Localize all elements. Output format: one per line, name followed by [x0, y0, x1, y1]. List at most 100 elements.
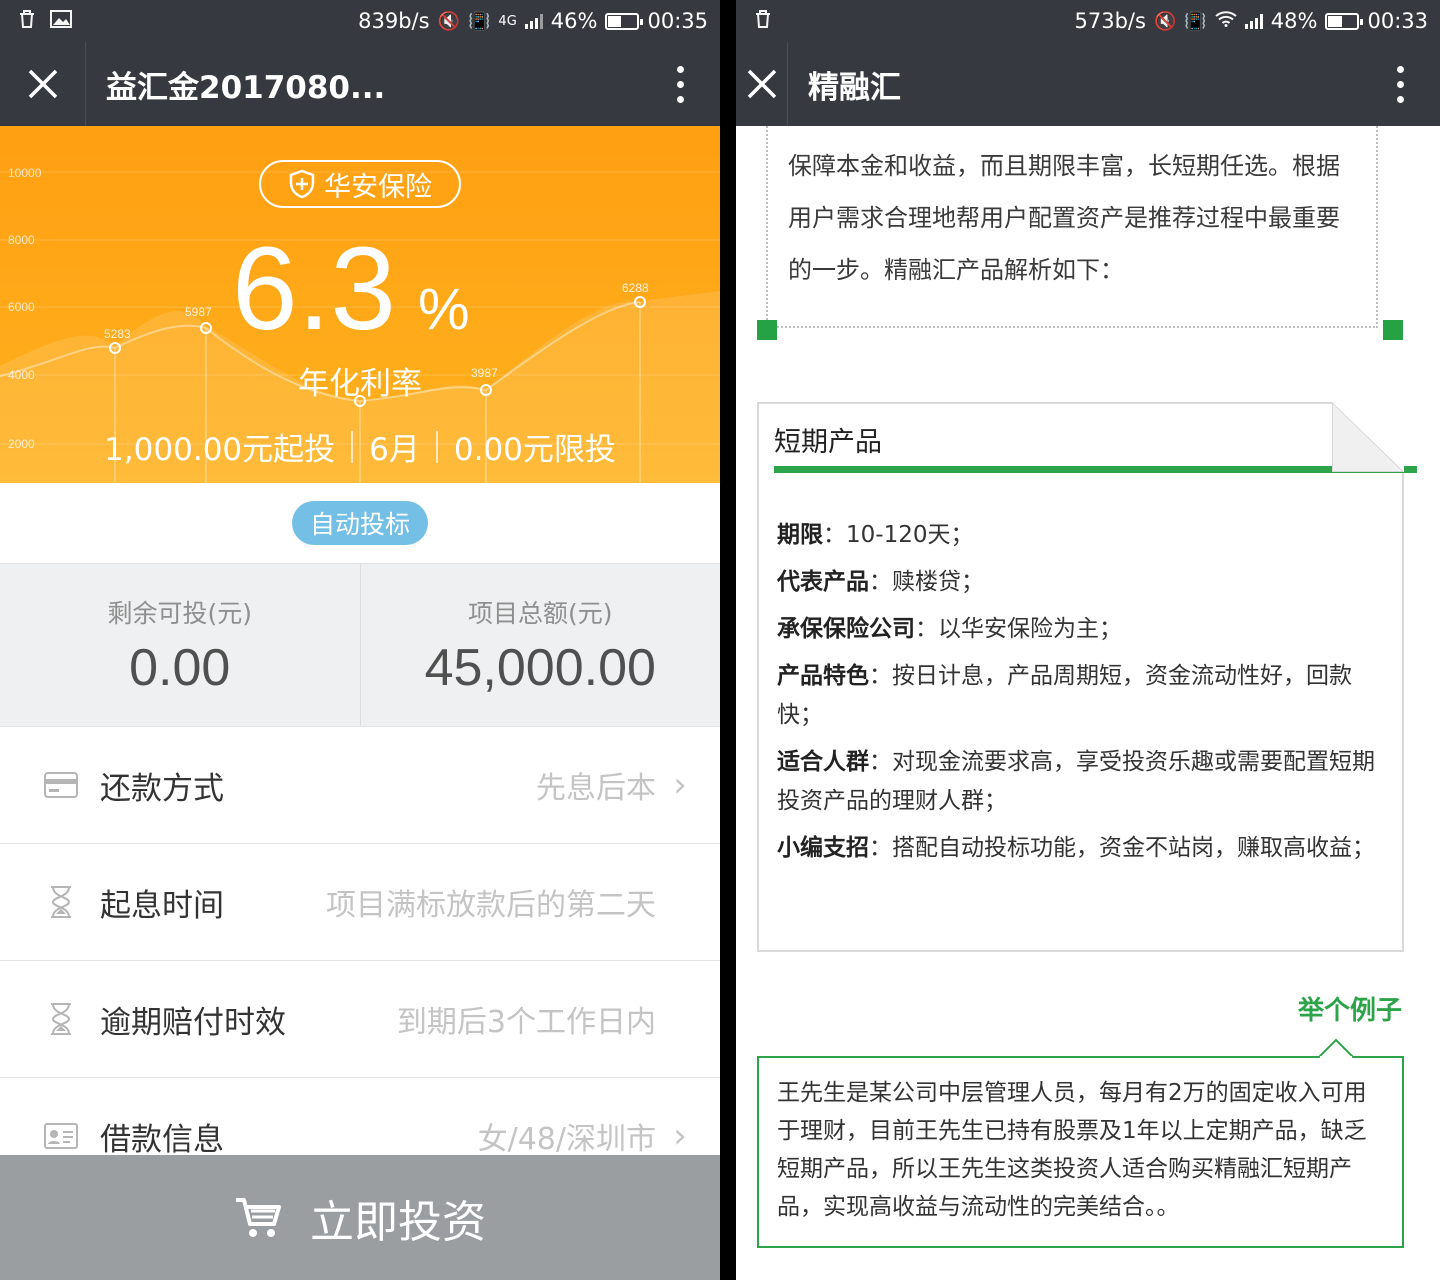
net-speed: 839b/s	[358, 9, 430, 33]
insurer-badge: 华安保险	[259, 160, 461, 208]
rate-value: 6.3%	[232, 230, 470, 348]
more-icon	[1396, 65, 1404, 103]
rate-unit: %	[418, 277, 470, 342]
row-overdue-compensation: 逾期赔付时效 到期后3个工作日内 ›	[0, 961, 720, 1078]
attr-key: 产品特色	[777, 663, 869, 689]
callout-pointer	[1318, 1038, 1354, 1058]
total-value: 45,000.00	[424, 639, 656, 697]
attribute-features: 产品特色：按日计息，产品周期短，资金流动性好，回款快；	[777, 663, 1352, 728]
min-invest: 1,000.00元起投	[104, 432, 336, 468]
vibrate-off-icon: 📳	[468, 10, 491, 32]
row-label: 还款方式	[100, 770, 224, 807]
more-menu-button[interactable]	[640, 65, 720, 103]
invest-now-label: 立即投资	[310, 1196, 486, 1248]
battery-icon	[1325, 12, 1364, 30]
intro-line: 的一步。精融汇产品解析如下：	[788, 256, 1124, 284]
row-value: 女/48/深圳市	[477, 1122, 656, 1157]
example-box: 王先生是某公司中层管理人员，每月有2万的固定收入可用于理财，目前王先生已持有股票…	[757, 1038, 1404, 1248]
row-label: 逾期赔付时效	[100, 1004, 286, 1041]
divider	[435, 430, 438, 463]
attribute-term: 期限：10-120天；	[777, 522, 974, 548]
right-screen: 573b/s 🔇 📳 48% 00:33 精融汇 保障本金和收益，而且期限丰富，…	[736, 0, 1440, 1280]
row-label: 起息时间	[100, 887, 224, 924]
total-amount: 项目总额(元) 45,000.00	[361, 564, 721, 726]
title-bar: 精融汇	[736, 42, 1440, 126]
article-body: 保障本金和收益，而且期限丰富，长短期任选。根据 用户需求合理地帮用户配置资产是推…	[736, 126, 1440, 1280]
battery-percent: 48%	[1270, 9, 1318, 33]
detail-list: 还款方式 先息后本 › 起息时间 项目满标放款后的第二天 › 逾期赔付时效 到期…	[0, 727, 720, 1195]
y-tick: 8000	[8, 233, 35, 247]
close-button[interactable]	[736, 42, 788, 126]
id-card-icon	[44, 1119, 78, 1153]
net-speed: 573b/s	[1074, 9, 1146, 33]
signal-icon	[524, 13, 543, 29]
heading-underline	[774, 466, 1417, 473]
insurer-name: 华安保险	[324, 171, 432, 203]
attr-key: 期限	[777, 522, 823, 548]
more-menu-button[interactable]	[1360, 65, 1440, 103]
battery-icon	[605, 12, 644, 30]
trash-icon	[754, 9, 772, 34]
y-tick: 10000	[8, 166, 42, 180]
attr-value: 以华安保险为主；	[938, 616, 1122, 642]
auto-bid-badge[interactable]: 自动投标	[291, 501, 428, 545]
example-text: 王先生是某公司中层管理人员，每月有2万的固定收入可用于理财，目前王先生已持有股票…	[777, 1080, 1367, 1220]
remaining-label: 剩余可投(元)	[107, 599, 252, 628]
trash-icon	[18, 9, 36, 34]
card-heading: 短期产品	[774, 427, 882, 458]
status-bar: 839b/s 🔇 📳 4G 46% 00:35	[0, 0, 720, 42]
attr-value: 赎楼贷；	[892, 569, 984, 595]
short-term-product-card: 短期产品 期限：10-120天； 代表产品：赎楼贷； 承保保险公司：以华安保险为…	[757, 402, 1417, 952]
row-repayment-method[interactable]: 还款方式 先息后本 ›	[0, 727, 720, 844]
close-icon	[28, 69, 57, 99]
page-title: 益汇金2017080...	[106, 69, 386, 106]
term: 6月	[369, 432, 420, 468]
attr-key: 代表产品	[777, 569, 869, 595]
attr-value: 10-120天；	[846, 522, 974, 548]
y-tick: 6000	[8, 300, 35, 314]
image-icon	[50, 9, 72, 33]
hero-info: 1,000.00元起投 6月 0.00元限投	[0, 424, 720, 469]
rate-number: 6.3	[232, 223, 397, 355]
cart-icon	[236, 1197, 281, 1237]
divider	[351, 430, 354, 463]
card-icon	[44, 768, 78, 802]
point-label: 5283	[104, 327, 131, 341]
attr-key: 小编支招	[777, 835, 869, 861]
wifi-icon	[1215, 10, 1237, 32]
mute-icon: 🔇	[437, 10, 460, 32]
vibrate-off-icon: 📳	[1184, 10, 1207, 32]
point-label: 5987	[185, 305, 212, 319]
rate-hero: 10000 8000 6000 4000 2000 5283 5987 3987…	[0, 126, 720, 483]
attribute-tip: 小编支招：搭配自动投标功能，资金不站岗，赚取高收益；	[777, 835, 1375, 861]
page-title: 精融汇	[808, 69, 901, 106]
point-label: 6288	[622, 281, 649, 295]
mute-icon: 🔇	[1153, 10, 1177, 32]
close-button[interactable]	[0, 42, 86, 126]
clock: 00:33	[1367, 9, 1428, 33]
row-label: 借款信息	[100, 1121, 224, 1158]
network-type: 4G	[498, 13, 517, 29]
page-fold-icon	[1332, 402, 1404, 472]
auto-bid-row: 自动投标	[0, 483, 720, 563]
signal-icon	[1244, 13, 1263, 29]
intro-line: 保障本金和收益，而且期限丰富，长短期任选。根据	[788, 152, 1340, 180]
shield-icon	[289, 169, 315, 199]
status-bar: 573b/s 🔇 📳 48% 00:33	[736, 0, 1440, 42]
invest-now-button[interactable]: 立即投资	[0, 1155, 720, 1280]
amounts-panel: 剩余可投(元) 0.00 项目总额(元) 45,000.00	[0, 563, 720, 727]
product-attributes: 期限：10-120天； 代表产品：赎楼贷； 承保保险公司：以华安保险为主； 产品…	[777, 516, 1377, 876]
row-value: 到期后3个工作日内	[396, 1005, 656, 1040]
remaining-amount: 剩余可投(元) 0.00	[0, 564, 361, 726]
attr-key: 承保保险公司	[777, 616, 915, 642]
intro-text: 保障本金和收益，而且期限丰富，长短期任选。根据 用户需求合理地帮用户配置资产是推…	[766, 126, 1378, 328]
total-label: 项目总额(元)	[467, 599, 613, 628]
battery-percent: 46%	[550, 9, 598, 33]
attr-key: 适合人群	[777, 749, 869, 775]
rate-label: 年化利率	[298, 366, 422, 402]
attribute-audience: 适合人群：对现金流要求高，享受投资乐趣或需要配置短期投资产品的理财人群；	[777, 749, 1375, 814]
attr-value: 搭配自动投标功能，资金不站岗，赚取高收益；	[892, 835, 1375, 861]
clock: 00:35	[647, 9, 708, 33]
chevron-right-icon: ›	[673, 1116, 687, 1156]
remaining-value: 0.00	[129, 639, 231, 697]
